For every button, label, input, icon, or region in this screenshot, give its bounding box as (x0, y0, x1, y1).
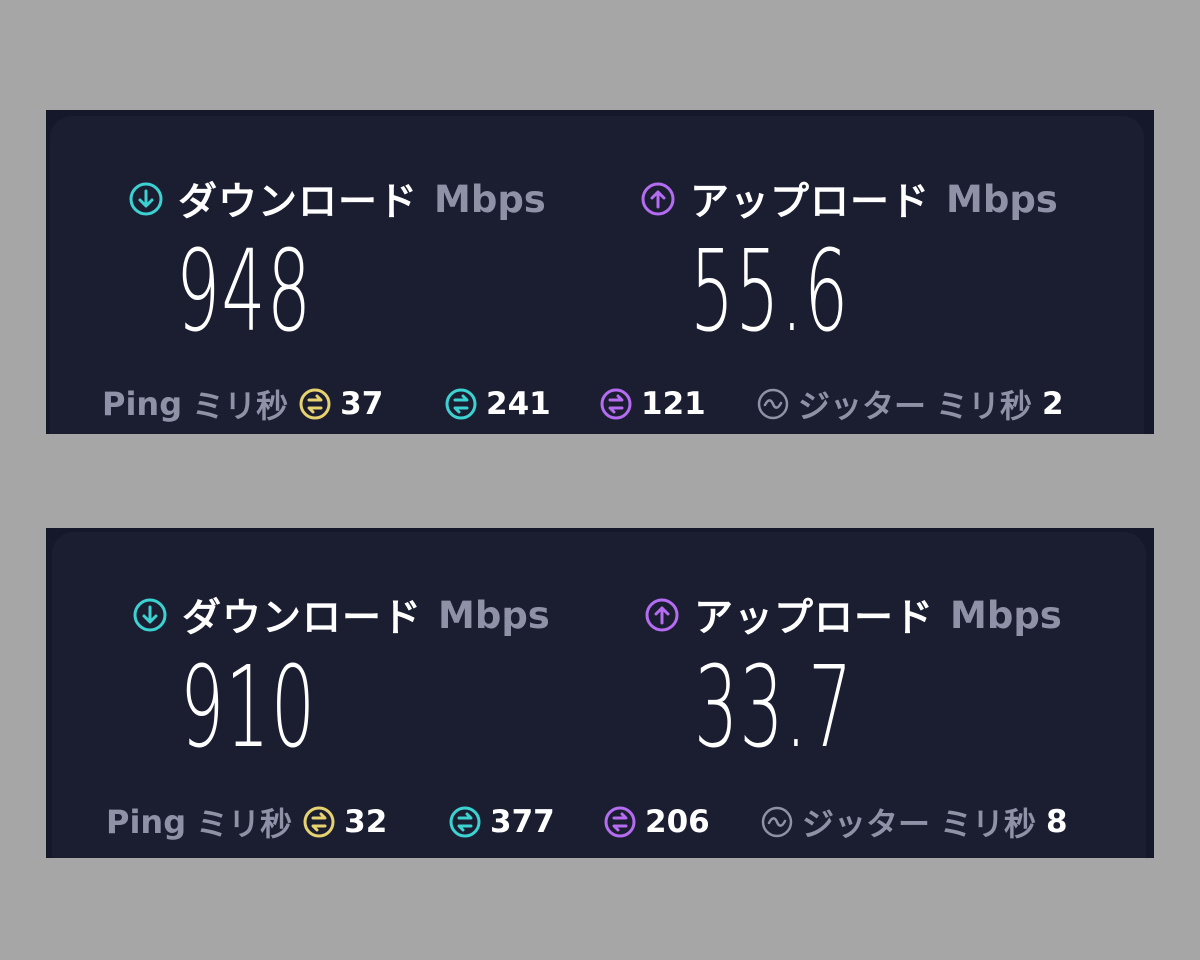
ping-idle-icon (299, 388, 331, 420)
download-speed-value: 910 (180, 643, 317, 773)
ping-download-value: 377 (490, 804, 555, 840)
ping-upload-icon (604, 806, 636, 838)
jitter-value: 2 (1042, 386, 1064, 422)
ping-download: 241 (444, 382, 551, 426)
upload-unit: Mbps (950, 593, 1062, 637)
download-label: ダウンロード (182, 596, 423, 641)
ping-download-icon (445, 388, 477, 420)
download-header: ダウンロード Mbps (128, 174, 546, 225)
jitter: ジッター ミリ秒 2 (756, 382, 1064, 426)
ping-upload: 206 (603, 800, 710, 844)
upload-header: アップロード Mbps (644, 590, 1062, 641)
upload-label: アップロード (694, 596, 935, 641)
ping-unit: ミリ秒 (196, 805, 293, 843)
ping-download: 377 (448, 800, 555, 844)
download-header: ダウンロード Mbps (132, 590, 550, 641)
jitter-label: ジッター (798, 387, 927, 425)
download-unit: Mbps (434, 177, 546, 221)
wave-circle-icon (761, 806, 793, 838)
ping-upload-icon (600, 388, 632, 420)
ping-idle: Ping ミリ秒 32 (106, 800, 387, 844)
download-unit: Mbps (438, 593, 550, 637)
upload-speed-value: 33.7 (694, 643, 854, 773)
ping-idle-value: 37 (340, 386, 384, 422)
ping-download-value: 241 (486, 386, 551, 422)
ping-upload: 121 (599, 382, 706, 426)
jitter-unit: ミリ秒 (940, 805, 1037, 843)
result-card: ダウンロード Mbps アップロード Mbps 948 55.6 Ping ミリ… (50, 116, 1144, 434)
speed-result-panel: ダウンロード Mbps アップロード Mbps 910 33.7 Ping ミリ… (46, 528, 1154, 858)
jitter-label: ジッター (802, 805, 931, 843)
latency-row: Ping ミリ秒 37 241 121 ジッター ミリ秒 2 (102, 382, 1142, 426)
wave-circle-icon (757, 388, 789, 420)
arrow-up-circle-icon (641, 182, 675, 216)
upload-header: アップロード Mbps (640, 174, 1058, 225)
jitter-value: 8 (1046, 804, 1068, 840)
download-speed-value: 948 (176, 227, 313, 357)
jitter-unit: ミリ秒 (936, 387, 1033, 425)
result-card: ダウンロード Mbps アップロード Mbps 910 33.7 Ping ミリ… (52, 532, 1146, 858)
ping-idle-value: 32 (344, 804, 388, 840)
arrow-down-circle-icon (129, 182, 163, 216)
latency-row: Ping ミリ秒 32 377 206 ジッター ミリ秒 8 (106, 800, 1146, 844)
upload-label: アップロード (690, 180, 931, 225)
ping-idle-icon (303, 806, 335, 838)
jitter: ジッター ミリ秒 8 (760, 800, 1068, 844)
ping-idle: Ping ミリ秒 37 (102, 382, 383, 426)
ping-unit: ミリ秒 (192, 387, 289, 425)
ping-label: Ping (102, 385, 183, 423)
download-label: ダウンロード (178, 180, 419, 225)
ping-upload-value: 206 (645, 804, 710, 840)
speed-result-panel: ダウンロード Mbps アップロード Mbps 948 55.6 Ping ミリ… (46, 110, 1154, 434)
ping-label: Ping (106, 803, 187, 841)
ping-upload-value: 121 (641, 386, 706, 422)
upload-unit: Mbps (946, 177, 1058, 221)
arrow-down-circle-icon (133, 598, 167, 632)
upload-speed-value: 55.6 (690, 227, 850, 357)
ping-download-icon (449, 806, 481, 838)
arrow-up-circle-icon (645, 598, 679, 632)
